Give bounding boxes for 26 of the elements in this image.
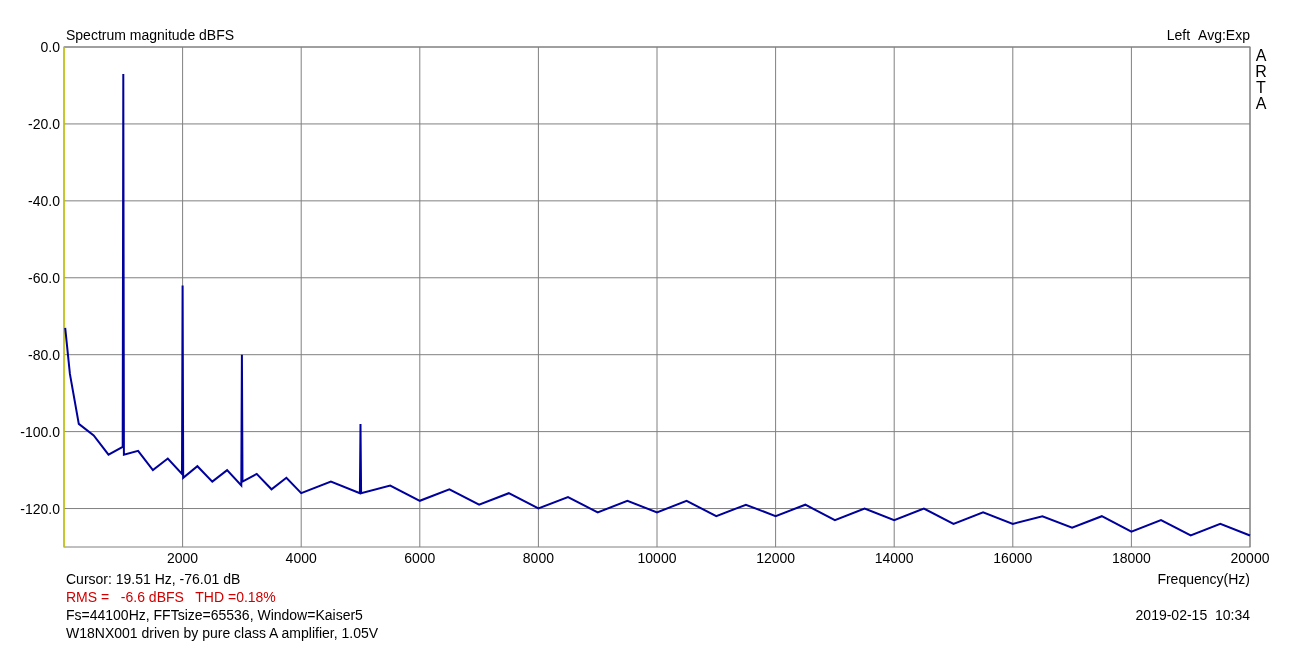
x-tick-label: 18000 xyxy=(1111,550,1151,566)
measurement-note: W18NX001 driven by pure class A amplifier, 1.05V xyxy=(66,624,379,642)
chart-title: Spectrum magnitude dBFS xyxy=(66,27,235,43)
x-tick-label: 16000 xyxy=(993,550,1033,566)
y-tick-label: -20.0 xyxy=(28,115,60,132)
x-tick-label: 10000 xyxy=(637,550,677,566)
y-tick-label: -40.0 xyxy=(28,192,60,209)
x-axis-label: Frequency(Hz) xyxy=(1156,570,1250,588)
y-tick-label: -60.0 xyxy=(28,269,60,286)
x-tick-label: 4000 xyxy=(285,550,317,566)
fft-settings: Fs=44100Hz, FFTsize=65536, Window=Kaiser5 xyxy=(66,606,364,624)
rms-thd-readout: RMS = -6.6 dBFS THD =0.18% xyxy=(66,588,277,606)
x-tick-label: 6000 xyxy=(404,550,436,566)
x-tick-label: 20000 xyxy=(1230,550,1270,566)
cursor-readout: Cursor: 19.51 Hz, -76.01 dB xyxy=(66,570,242,588)
y-tick-label: -120.0 xyxy=(20,500,60,517)
x-tick-label: 14000 xyxy=(874,550,914,566)
x-tick-label: 8000 xyxy=(522,550,554,566)
x-tick-label: 2000 xyxy=(167,550,199,566)
brand-label: ARTA xyxy=(1255,47,1267,112)
y-tick-label: 0.0 xyxy=(40,39,60,55)
y-tick-label: -100.0 xyxy=(20,423,60,440)
channel-info: Left Avg:Exp xyxy=(1166,27,1250,43)
x-tick-label: 12000 xyxy=(756,550,796,566)
timestamp: 2019-02-15 10:34 xyxy=(1135,606,1250,624)
y-tick-label: -80.0 xyxy=(28,346,60,363)
